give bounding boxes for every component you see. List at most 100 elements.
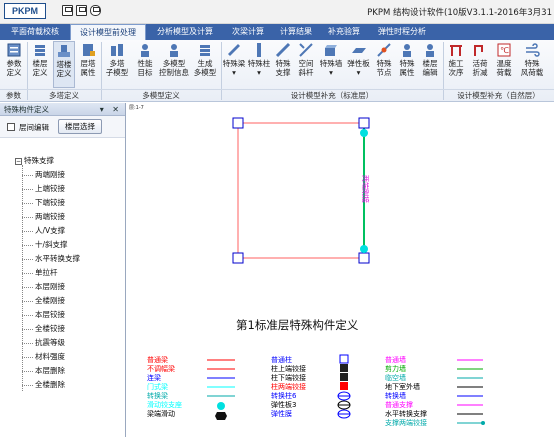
beam-outline[interactable] — [237, 122, 365, 259]
legend-item: 转换墙 — [385, 392, 406, 400]
legend-item: 普通支撑 — [385, 401, 413, 409]
tower-define-button[interactable]: 塔楼 定义 — [53, 41, 75, 88]
live-load-reduction-icon — [474, 45, 483, 56]
special-brace-icon — [275, 42, 291, 58]
special-wall-button[interactable]: 特殊墙 ▾ — [318, 41, 344, 88]
column-node[interactable] — [232, 117, 244, 129]
tree-item-seismic-grade[interactable]: 抗震等级 — [22, 336, 65, 349]
legend-item: 普通柱 — [271, 356, 292, 364]
print-icon[interactable] — [90, 5, 101, 16]
legend-item: 支撑两端铰接 — [385, 419, 427, 427]
tab-load-check[interactable]: 平面荷载校核 — [0, 24, 70, 40]
legend-item: 临空墙 — [385, 374, 406, 382]
pkpm-logo: PKPM — [4, 3, 46, 19]
floor-define-button[interactable]: 楼层 定义 — [29, 41, 51, 88]
tab-results[interactable]: 计算结果 — [272, 24, 320, 40]
special-members-panel: 特殊构件定义 ▾ ✕ 层间编辑 楼层选择 − 特殊支撑 两端刚接 上端铰接 下端铰… — [0, 103, 126, 437]
tree-item-bottom-hinged[interactable]: 下端铰接 — [22, 196, 65, 209]
parameters-button[interactable]: 参数 定义 — [3, 41, 25, 88]
tree-item-horizontal-transfer[interactable]: 水平转换支撑 — [22, 252, 80, 265]
special-property-icon — [403, 44, 411, 57]
panel-toolbar: 层间编辑 楼层选择 — [0, 116, 125, 138]
column-node[interactable] — [358, 252, 370, 264]
legend-item: 柱上端铰接 — [271, 365, 306, 373]
temperature-load-button[interactable]: ℃ 温度 荷载 — [493, 41, 515, 88]
legend-item: 水平转换支撑 — [385, 410, 427, 418]
floor-select-button[interactable]: 楼层选择 — [58, 119, 102, 134]
elastic-slab-button[interactable]: 弹性板 ▾ — [345, 41, 372, 88]
special-node-button[interactable]: 特殊 节点 — [373, 41, 395, 88]
tab-analysis[interactable]: 分析模型及计算 — [146, 24, 224, 40]
legend-item: 不调幅梁 — [147, 365, 175, 373]
legend-item: 地下室外墙 — [385, 383, 420, 391]
tree-item-both-ends-rigid[interactable]: 两端刚接 — [22, 168, 65, 181]
panel-controls[interactable]: ▾ ✕ — [100, 103, 122, 116]
save-icon[interactable] — [62, 5, 73, 16]
save-as-icon[interactable] — [76, 5, 87, 16]
construction-order-icon — [450, 45, 462, 56]
tab-time-history[interactable]: 弹性时程分析 — [368, 24, 436, 40]
multi-tower-submodel-button[interactable]: 多塔 子模型 — [103, 41, 131, 88]
multi-model-control-icon — [170, 44, 178, 57]
legend-item: 剪力墙 — [385, 365, 406, 373]
ribbon-group-multi-tower: 多塔定义 — [27, 89, 101, 101]
column-node[interactable] — [232, 252, 244, 264]
special-wind-load-button[interactable]: 特殊 风荷载 — [517, 41, 547, 88]
tree-item-all-rigid[interactable]: 全楼刚接 — [22, 294, 65, 307]
floor-edit-button[interactable]: 楼层 编辑 — [419, 41, 441, 88]
ribbon-group-natural-floor: 设计模型补充（自然层） — [443, 89, 554, 101]
panel-title: 特殊构件定义 — [4, 105, 49, 114]
tab-secondary-beam[interactable]: 次梁计算 — [224, 24, 272, 40]
hinge-marker[interactable] — [360, 245, 368, 253]
space-diagonal-icon — [299, 43, 313, 57]
tree-item-v-brace[interactable]: 人/V支撑 — [22, 224, 65, 237]
hinge-marker[interactable] — [360, 129, 368, 137]
special-brace-button[interactable]: 特殊 支撑 — [272, 41, 294, 88]
elastic-slab-icon — [351, 48, 366, 53]
interlayer-edit-checkbox[interactable] — [7, 123, 15, 131]
window-title: PKPM 结构设计软件(10版V3.1.1-2016年3月31 — [367, 8, 552, 18]
interlayer-edit-label: 层间编辑 — [19, 123, 49, 132]
space-diagonal-button[interactable]: 空间 斜杆 — [295, 41, 317, 88]
tree-item-floor-hinged[interactable]: 本层铰接 — [22, 308, 65, 321]
collapse-icon[interactable]: − — [15, 157, 22, 165]
legend-item: 弹性膜 — [271, 410, 292, 418]
tab-design-preprocess[interactable]: 设计模型前处理 — [70, 24, 146, 40]
legend-item: 弹性板3 — [271, 401, 297, 409]
construction-order-button[interactable]: 施工 次序 — [445, 41, 467, 88]
floor-define-icon — [35, 45, 45, 56]
generate-multi-model-button[interactable]: 生成 多模型 — [191, 41, 219, 88]
multi-tower-submodel-icon — [111, 44, 123, 56]
multi-model-control-button[interactable]: 多模型 控制信息 — [159, 41, 189, 88]
special-beam-button[interactable]: 特殊梁 ▾ — [222, 41, 246, 88]
member-annotation: 两端刚接 — [361, 175, 369, 203]
special-property-button[interactable]: 特殊 属性 — [396, 41, 418, 88]
ribbon-group-parameters: 参数 — [0, 89, 27, 101]
tab-supplement-check[interactable]: 补充验算 — [320, 24, 368, 40]
tree-item-all-hinged[interactable]: 全楼铰接 — [22, 322, 65, 335]
live-load-reduction-button[interactable]: 活荷 折减 — [469, 41, 491, 88]
tree-item-top-hinged[interactable]: 上端铰接 — [22, 182, 65, 195]
tree-item-floor-delete[interactable]: 本层删除 — [22, 364, 65, 377]
legend-item: 转换柱6 — [271, 392, 297, 400]
column-node[interactable] — [358, 117, 370, 129]
tree-item-material-strength[interactable]: 材料强度 — [22, 350, 65, 363]
model-drawing[interactable] — [127, 103, 554, 437]
legend-item: 柱两端铰接 — [271, 383, 306, 391]
performance-target-button[interactable]: 性能 目标 — [133, 41, 157, 88]
layer-tower-property-button[interactable]: 层塔 属性 — [77, 41, 99, 88]
drawing-canvas[interactable]: 层:1-7 两端刚接 第1标准层特殊构件定义 普通梁 不调幅梁 连梁 门式梁 转… — [127, 103, 554, 437]
legend-item: 转换梁 — [147, 392, 168, 400]
special-column-button[interactable]: 特殊柱 ▾ — [247, 41, 271, 88]
ribbon-group-multi-model: 多模型定义 — [101, 89, 221, 101]
tree-root-special-brace[interactable]: − 特殊支撑 — [15, 155, 54, 166]
special-column-icon — [257, 43, 261, 57]
tree-item-all-delete[interactable]: 全楼删除 — [22, 378, 65, 391]
temperature-load-icon: ℃ — [497, 43, 511, 57]
tree-item-both-ends-hinged[interactable]: 两端铰接 — [22, 210, 65, 223]
legend-item: 滑动铰支座 — [147, 401, 182, 409]
tree-item-tension-rod[interactable]: 单拉杆 — [22, 266, 58, 279]
tree-item-cross-brace[interactable]: 十/斜支撑 — [22, 238, 68, 251]
special-beam-icon — [228, 44, 240, 56]
tree-item-floor-rigid[interactable]: 本层刚接 — [22, 280, 65, 293]
